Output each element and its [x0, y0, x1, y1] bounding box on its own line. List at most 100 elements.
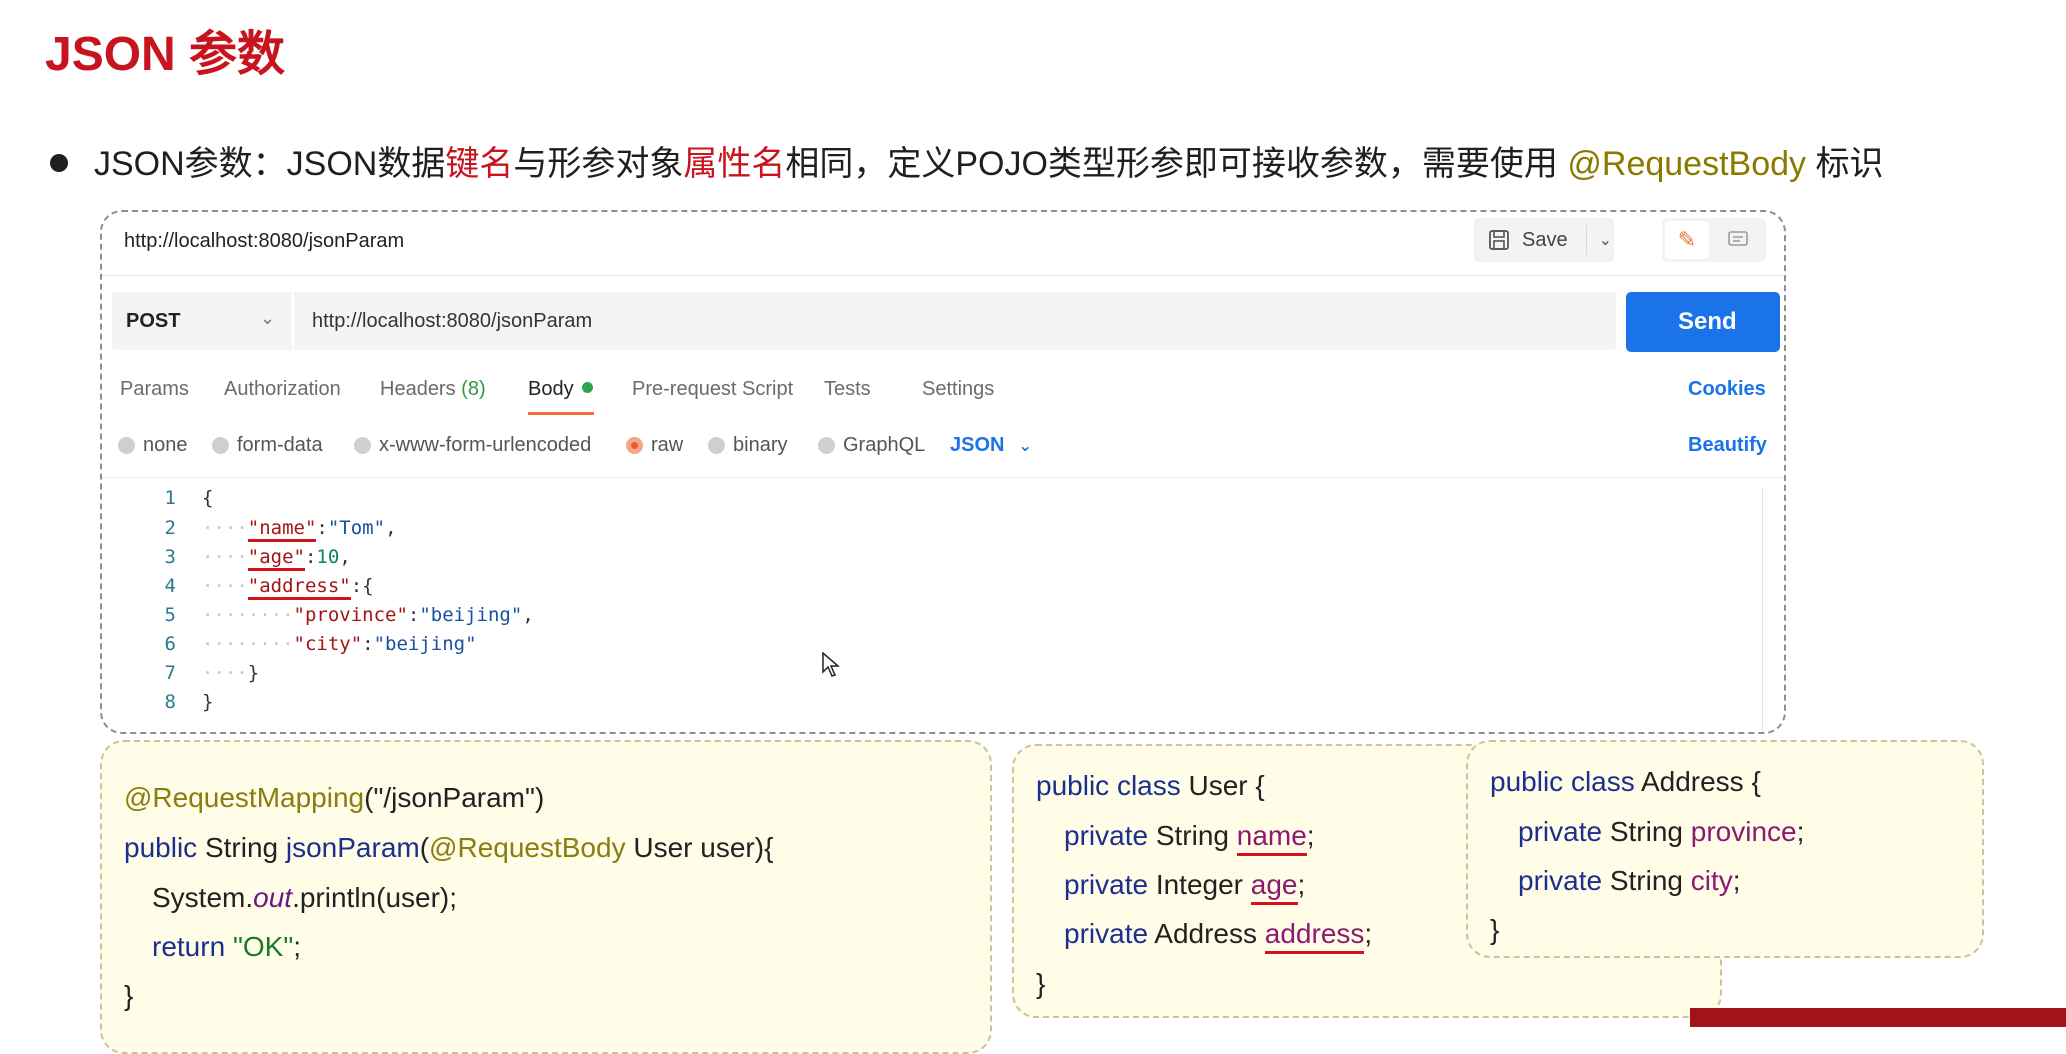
annotation-request-body: @RequestBody: [429, 832, 626, 863]
radio-none-icon: [118, 437, 135, 454]
bullet-text-4: 标识: [1806, 145, 1884, 183]
json-value-city: "beijing": [373, 633, 477, 655]
semicolon: ;: [1306, 820, 1315, 851]
user-field-name: private String name;: [1064, 820, 1315, 856]
comment-icon[interactable]: [1714, 221, 1762, 259]
field-name: name: [1236, 820, 1307, 856]
json-key-province: "province": [293, 604, 408, 626]
tab-pre-request-script[interactable]: Pre-request Script: [632, 378, 793, 401]
format-chevron-down-icon: ⌄: [1018, 437, 1032, 455]
keyword-private: private: [1064, 918, 1149, 949]
radio-urlencoded-label: x-www-form-urlencoded: [379, 434, 592, 456]
code-line: ····"name":"Tom",: [202, 517, 397, 542]
address-field-city: private String city;: [1518, 865, 1741, 897]
field-name: province: [1690, 816, 1797, 847]
semicolon: ;: [1297, 869, 1306, 900]
semicolon: ;: [1796, 816, 1805, 847]
save-divider: [1585, 225, 1587, 255]
save-button[interactable]: Save ⌄: [1474, 218, 1614, 262]
method-divider: [292, 292, 294, 350]
radio-raw[interactable]: raw: [626, 434, 683, 457]
editor-divider: [102, 477, 1784, 478]
radio-binary[interactable]: binary: [708, 434, 787, 457]
line-number: 8: [164, 691, 176, 713]
line-number: 3: [164, 546, 176, 568]
tab-headers-label: Headers: [380, 378, 456, 400]
radio-graphql[interactable]: GraphQL: [818, 434, 925, 457]
editor-scrollbar[interactable]: [1762, 487, 1763, 732]
line-number: 7: [164, 662, 176, 684]
format-select-label: JSON: [950, 434, 1005, 456]
active-tab-indicator: [528, 412, 594, 415]
keyword-public: public: [124, 832, 198, 863]
bullet-description: JSON参数：JSON数据键名与形参对象属性名相同，定义POJO类型形参即可接收…: [50, 136, 1883, 185]
tab-authorization[interactable]: Authorization: [224, 378, 341, 401]
tab-body-label: Body: [528, 378, 574, 400]
user-line-1: public class User {: [1036, 770, 1265, 802]
tab-body[interactable]: Body: [528, 378, 593, 401]
postman-panel: http://localhost:8080/jsonParam Save ⌄ ✎…: [100, 210, 1786, 734]
code-line: ····"age":10,: [202, 546, 351, 571]
bullet-text-2: 与形参对象: [513, 145, 684, 183]
format-select[interactable]: JSON ⌄: [950, 434, 1032, 457]
radio-binary-label: binary: [733, 434, 788, 456]
url-input[interactable]: http://localhost:8080/jsonParam: [312, 310, 592, 333]
save-chevron-down-icon[interactable]: ⌄: [1599, 230, 1612, 250]
line-number: 5: [164, 604, 176, 626]
radio-raw-selected-icon: [626, 437, 643, 454]
address-line-close: }: [1490, 914, 1499, 946]
field-name: city: [1690, 865, 1733, 896]
bullet-highlight-property: 属性名: [683, 145, 786, 183]
code-line: ····"address":{: [202, 575, 374, 600]
json-brace: }: [247, 662, 260, 684]
beautify-link[interactable]: Beautify: [1688, 434, 1767, 457]
keyword-private: private: [1064, 869, 1149, 900]
code-line: ········"province":"beijing",: [202, 604, 534, 626]
closing-brace: }: [1036, 968, 1046, 999]
line-number: 6: [164, 633, 176, 655]
tab-headers[interactable]: Headers (8): [380, 378, 486, 401]
user-line-close: }: [1036, 968, 1045, 1000]
field-name: age: [1250, 869, 1298, 905]
method-select[interactable]: POST: [126, 310, 180, 333]
code-line: ····}: [202, 662, 260, 684]
slide-title: JSON 参数: [45, 28, 286, 81]
controller-line-3: System.out.println(user);: [152, 882, 457, 914]
json-key-city: "city": [293, 633, 363, 655]
tab-tests[interactable]: Tests: [824, 378, 871, 401]
line-number: 4: [164, 575, 176, 597]
json-body-editor[interactable]: 1 2 3 4 5 6 7 8 { ····"name":"Tom", ····…: [102, 487, 1784, 732]
out-field: out: [253, 882, 293, 913]
radio-form-data-icon: [212, 437, 229, 454]
address-field-province: private String province;: [1518, 816, 1804, 848]
method-chevron-down-icon[interactable]: ⌄: [260, 308, 275, 329]
radio-urlencoded-icon: [354, 437, 371, 454]
tab-settings[interactable]: Settings: [922, 378, 994, 401]
user-field-address: private Address address;: [1064, 918, 1373, 954]
keyword-private: private: [1518, 816, 1603, 847]
semicolon: ;: [1364, 918, 1373, 949]
field-type: String: [1602, 865, 1691, 896]
address-class-card: public class Address { private String pr…: [1466, 740, 1984, 958]
radio-x-www-form-urlencoded[interactable]: x-www-form-urlencoded: [354, 434, 591, 457]
annotation-request-mapping: @RequestMapping: [124, 782, 365, 813]
radio-none[interactable]: none: [118, 434, 188, 457]
system-class: System.: [152, 882, 254, 913]
tab-params[interactable]: Params: [120, 378, 189, 401]
code-line: {: [202, 487, 213, 509]
send-button[interactable]: Send ⌄: [1626, 292, 1784, 352]
keyword-return: return: [152, 931, 233, 962]
radio-form-data[interactable]: form-data: [212, 434, 323, 457]
controller-line-1: @RequestMapping("/jsonParam"): [124, 782, 544, 814]
keyword-public-class: public class: [1490, 766, 1635, 797]
mapping-path: ("/jsonParam"): [364, 782, 545, 813]
edit-pencil-icon[interactable]: ✎: [1665, 221, 1709, 259]
user-field-age: private Integer age;: [1064, 869, 1306, 905]
semicolon: ;: [293, 931, 302, 962]
send-chevron-down-icon[interactable]: ⌄: [1777, 312, 1784, 332]
request-tab-title[interactable]: http://localhost:8080/jsonParam: [124, 230, 404, 253]
radio-graphql-icon: [818, 437, 835, 454]
method-name: jsonParam: [285, 832, 420, 863]
cookies-link[interactable]: Cookies: [1688, 378, 1766, 401]
keyword-public-class: public class: [1036, 770, 1181, 801]
